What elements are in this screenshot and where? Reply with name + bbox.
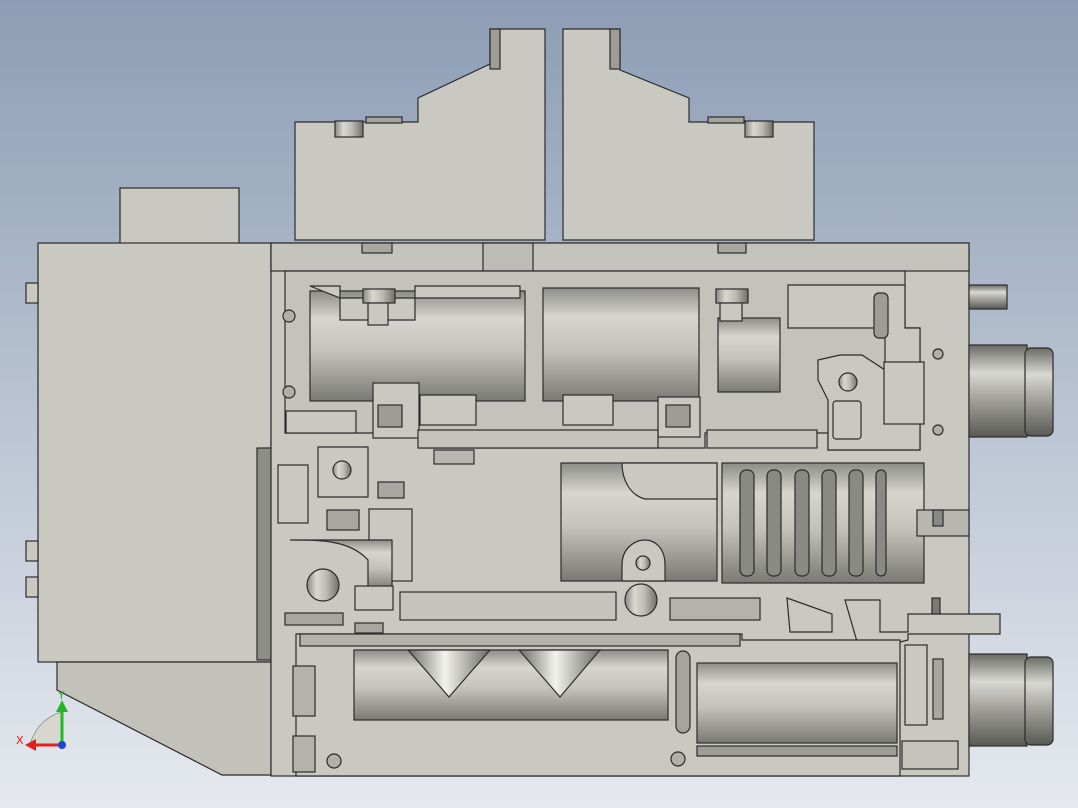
- nut-2-stem: [719, 302, 743, 322]
- top-slot-1: [361, 242, 393, 254]
- pivot-pin[interactable]: [838, 372, 858, 392]
- pin-tab-1: [25, 282, 39, 304]
- pilot-port-block: [883, 361, 925, 425]
- cad-viewport[interactable]: X Y: [0, 0, 1078, 808]
- clamp-chamfer-right: [609, 28, 621, 70]
- main-spool[interactable]: [353, 649, 669, 721]
- bolt-head-right[interactable]: [744, 120, 774, 138]
- lower-hole: [326, 753, 342, 769]
- upper-pilot-piston[interactable]: [717, 317, 781, 393]
- mid-passage: [399, 591, 617, 621]
- connector-boss[interactable]: [119, 187, 240, 245]
- screw-hole-1: [282, 309, 296, 323]
- spool-seal-groove: [675, 650, 691, 734]
- lower-end-cap: [904, 644, 928, 726]
- nut-1-stem: [367, 302, 389, 326]
- lower-corner-pocket: [901, 740, 959, 770]
- mid-block-3: [354, 585, 394, 611]
- bolt-washer-left: [365, 116, 403, 124]
- z-axis-dot: [58, 741, 66, 749]
- mid-notch-1: [433, 449, 475, 465]
- lower-tab: [931, 597, 941, 615]
- section-view-canvas[interactable]: X Y: [0, 0, 1078, 808]
- lower-piston-shoulder: [696, 745, 898, 757]
- mid-pin-2[interactable]: [306, 568, 340, 602]
- push-fitting-upper-body[interactable]: [968, 344, 1028, 438]
- middle-pin[interactable]: [635, 555, 651, 571]
- lower-pin[interactable]: [624, 583, 658, 617]
- upper-passage-right: [706, 429, 818, 449]
- nut-2: [715, 288, 749, 304]
- manual-override-stem[interactable]: [968, 284, 1008, 310]
- housing-seam: [256, 447, 272, 661]
- pin-tab-2: [25, 540, 39, 562]
- top-slot-3: [717, 242, 747, 254]
- lower-passage: [299, 633, 741, 647]
- seal-pocket-2: [665, 404, 691, 428]
- top-slot-2: [482, 242, 534, 272]
- lower-left-window: [292, 665, 316, 717]
- push-fitting-lower-body[interactable]: [968, 653, 1028, 747]
- mid-pin-1[interactable]: [332, 460, 352, 480]
- vent-slot: [873, 292, 889, 339]
- x-axis-label: X: [16, 734, 24, 747]
- mid-slot-1: [326, 509, 360, 531]
- lower-piston[interactable]: [696, 662, 898, 744]
- lower-plate-1: [669, 597, 761, 621]
- upper-land-1: [419, 394, 477, 426]
- y-axis-label: Y: [57, 689, 65, 702]
- upper-passage: [417, 429, 659, 449]
- mid-slot-2: [377, 481, 405, 499]
- lower-slot-2: [354, 622, 384, 634]
- middle-piston-cap: [621, 462, 718, 500]
- left-end-housing[interactable]: [37, 242, 272, 663]
- pin-tab-3: [25, 576, 39, 598]
- nut-1: [362, 288, 396, 304]
- screw-hole-3: [932, 348, 944, 360]
- pilot-pocket: [832, 400, 862, 440]
- lower-left-window-2: [292, 735, 316, 773]
- push-fitting-lower-collet[interactable]: [1024, 656, 1054, 746]
- screw-hole-4: [932, 424, 944, 436]
- clamp-chamfer-left: [489, 28, 501, 70]
- push-fitting-upper-collet[interactable]: [1024, 347, 1054, 437]
- upper-left-step: [285, 410, 357, 434]
- upper-spool-2[interactable]: [542, 287, 700, 402]
- screw-hole-2: [282, 385, 296, 399]
- lower-slot-left: [284, 612, 344, 626]
- bolt-head-left[interactable]: [334, 120, 364, 138]
- spring-seat-notch: [932, 509, 944, 527]
- lower-hole-2: [670, 751, 686, 767]
- seal-pocket-1: [377, 404, 403, 428]
- left-window: [277, 464, 309, 524]
- upper-land-2: [562, 394, 614, 426]
- lower-vent: [932, 658, 944, 720]
- bolt-washer-right: [707, 116, 745, 124]
